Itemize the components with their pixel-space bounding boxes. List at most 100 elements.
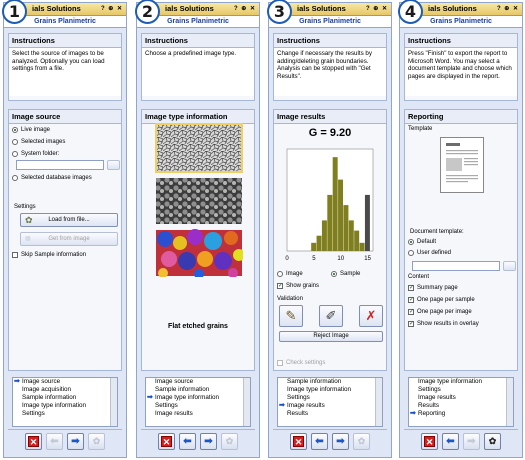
- checkbox[interactable]: [408, 285, 414, 291]
- list-item[interactable]: Image type information: [418, 378, 513, 386]
- delete-boundary-button[interactable]: ✗: [359, 305, 383, 327]
- checkbox[interactable]: [277, 360, 283, 366]
- current-arrow-icon: ➡: [410, 410, 416, 417]
- list-item[interactable]: ➡ Reporting: [410, 410, 513, 418]
- list-scrollbar[interactable]: [243, 378, 250, 426]
- skip-sample-checkbox[interactable]: Skip Sample information: [12, 252, 86, 258]
- next-button[interactable]: ➡: [332, 433, 349, 450]
- cancel-button[interactable]: ✕: [25, 433, 42, 450]
- radio-button[interactable]: [12, 127, 18, 133]
- list-item[interactable]: Settings: [287, 394, 382, 402]
- radio-image[interactable]: Image: [277, 271, 303, 277]
- radio-live-image[interactable]: Live image: [12, 127, 50, 133]
- list-scrollbar[interactable]: [375, 378, 382, 426]
- arrow-right-icon: ➡: [71, 436, 80, 447]
- back-button[interactable]: ⬅: [46, 433, 63, 450]
- title-window-buttons[interactable]: ? ⊕ ✕: [497, 3, 519, 15]
- page-per-image-checkbox[interactable]: One page per image: [408, 309, 472, 315]
- title-window-buttons[interactable]: ? ⊕ ✕: [101, 3, 123, 15]
- list-item-label: Settings: [287, 394, 310, 401]
- template-label: Template: [408, 126, 433, 132]
- steps-list[interactable]: Image type information Settings Image re…: [408, 377, 514, 427]
- radio-button[interactable]: [277, 271, 283, 277]
- draw-boundary-button[interactable]: ✎: [279, 305, 303, 327]
- back-button[interactable]: ⬅: [179, 433, 196, 450]
- radio-database-images[interactable]: Selected database images: [12, 175, 92, 181]
- list-item[interactable]: Image type information: [287, 386, 382, 394]
- wizard-nav-bar: ✕ ⬅ ➡ ✿: [404, 429, 518, 453]
- summary-page-checkbox[interactable]: Summary page: [408, 285, 458, 291]
- title-window-buttons[interactable]: ? ⊕ ✕: [366, 3, 388, 15]
- histogram-bar: [343, 205, 349, 251]
- list-item[interactable]: Image type information: [22, 402, 117, 410]
- folder-path-input[interactable]: [16, 160, 104, 170]
- steps-list[interactable]: ➡ Image source Image acquisition Sample i…: [12, 377, 118, 427]
- cancel-button[interactable]: ✕: [290, 433, 307, 450]
- cancel-button[interactable]: ✕: [421, 433, 438, 450]
- list-item[interactable]: Image results: [418, 394, 513, 402]
- radio-default-template[interactable]: Default: [408, 239, 436, 245]
- list-item[interactable]: Settings: [418, 386, 513, 394]
- list-item[interactable]: ➡ Image source: [14, 378, 117, 386]
- reject-image-button[interactable]: Reject Image: [279, 331, 383, 342]
- next-button[interactable]: ➡: [463, 433, 480, 450]
- image-type-grains-gray[interactable]: [155, 123, 243, 173]
- list-item[interactable]: Image source: [155, 378, 250, 386]
- radio-button[interactable]: [408, 250, 414, 256]
- image-type-grains-dark[interactable]: [155, 177, 243, 225]
- list-item[interactable]: Image acquisition: [22, 386, 117, 394]
- back-button[interactable]: ⬅: [311, 433, 328, 450]
- list-item[interactable]: Image results: [155, 410, 250, 418]
- back-button[interactable]: ⬅: [442, 433, 459, 450]
- next-button[interactable]: ➡: [67, 433, 84, 450]
- steps-list[interactable]: Sample information Image type informatio…: [277, 377, 383, 427]
- list-scrollbar[interactable]: [506, 378, 513, 426]
- edit-boundary-button[interactable]: ✐: [319, 305, 343, 327]
- check-settings-checkbox[interactable]: Check settings: [277, 360, 325, 366]
- radio-system-folder[interactable]: System folder:: [12, 151, 59, 157]
- radio-sample[interactable]: Sample: [331, 271, 360, 277]
- list-item[interactable]: Results: [418, 402, 513, 410]
- list-scrollbar[interactable]: [110, 378, 117, 426]
- radio-button[interactable]: [331, 271, 337, 277]
- radio-button[interactable]: [12, 175, 18, 181]
- list-item[interactable]: ➡ Image type information: [147, 394, 250, 402]
- checkbox[interactable]: [408, 309, 414, 315]
- histogram-bar: [359, 242, 365, 251]
- list-item[interactable]: Sample information: [22, 394, 117, 402]
- page-per-sample-checkbox[interactable]: One page per sample: [408, 297, 475, 303]
- cancel-button[interactable]: ✕: [158, 433, 175, 450]
- list-item[interactable]: ➡ Image results: [279, 402, 382, 410]
- checkbox[interactable]: [12, 252, 18, 258]
- radio-selected-images[interactable]: Selected images: [12, 139, 65, 145]
- step-badge: 3: [267, 0, 292, 24]
- histogram-bar: [338, 179, 344, 251]
- browse-folder-button[interactable]: [107, 160, 120, 170]
- overlay-results-checkbox[interactable]: Show results in overlay: [408, 321, 479, 327]
- get-from-image-button[interactable]: ▦ Get from image: [20, 232, 118, 246]
- title-window-buttons[interactable]: ? ⊕ ✕: [234, 3, 256, 15]
- steps-list[interactable]: Image source Sample information ➡ Image t…: [145, 377, 251, 427]
- finish-button[interactable]: ✿: [353, 433, 370, 450]
- radio-user-defined-template[interactable]: User defined: [408, 250, 451, 256]
- radio-button[interactable]: [12, 151, 18, 157]
- template-path-input[interactable]: [412, 261, 500, 271]
- checkbox[interactable]: [408, 321, 414, 327]
- list-item[interactable]: Sample information: [155, 386, 250, 394]
- next-button[interactable]: ➡: [200, 433, 217, 450]
- radio-button[interactable]: [408, 239, 414, 245]
- list-item[interactable]: Settings: [155, 402, 250, 410]
- checkbox[interactable]: [277, 283, 283, 289]
- browse-template-button[interactable]: [503, 261, 516, 271]
- image-type-grains-color[interactable]: [155, 229, 243, 277]
- list-item[interactable]: Settings: [22, 410, 117, 418]
- radio-button[interactable]: [12, 139, 18, 145]
- checkbox[interactable]: [408, 297, 414, 303]
- load-from-file-button[interactable]: ✿ Load from file...: [20, 213, 118, 227]
- list-item[interactable]: Sample information: [287, 378, 382, 386]
- finish-button[interactable]: ✿: [484, 433, 501, 450]
- list-item[interactable]: Results: [287, 410, 382, 418]
- show-grains-checkbox[interactable]: Show grains: [277, 283, 319, 289]
- finish-button[interactable]: ✿: [221, 433, 238, 450]
- finish-button[interactable]: ✿: [88, 433, 105, 450]
